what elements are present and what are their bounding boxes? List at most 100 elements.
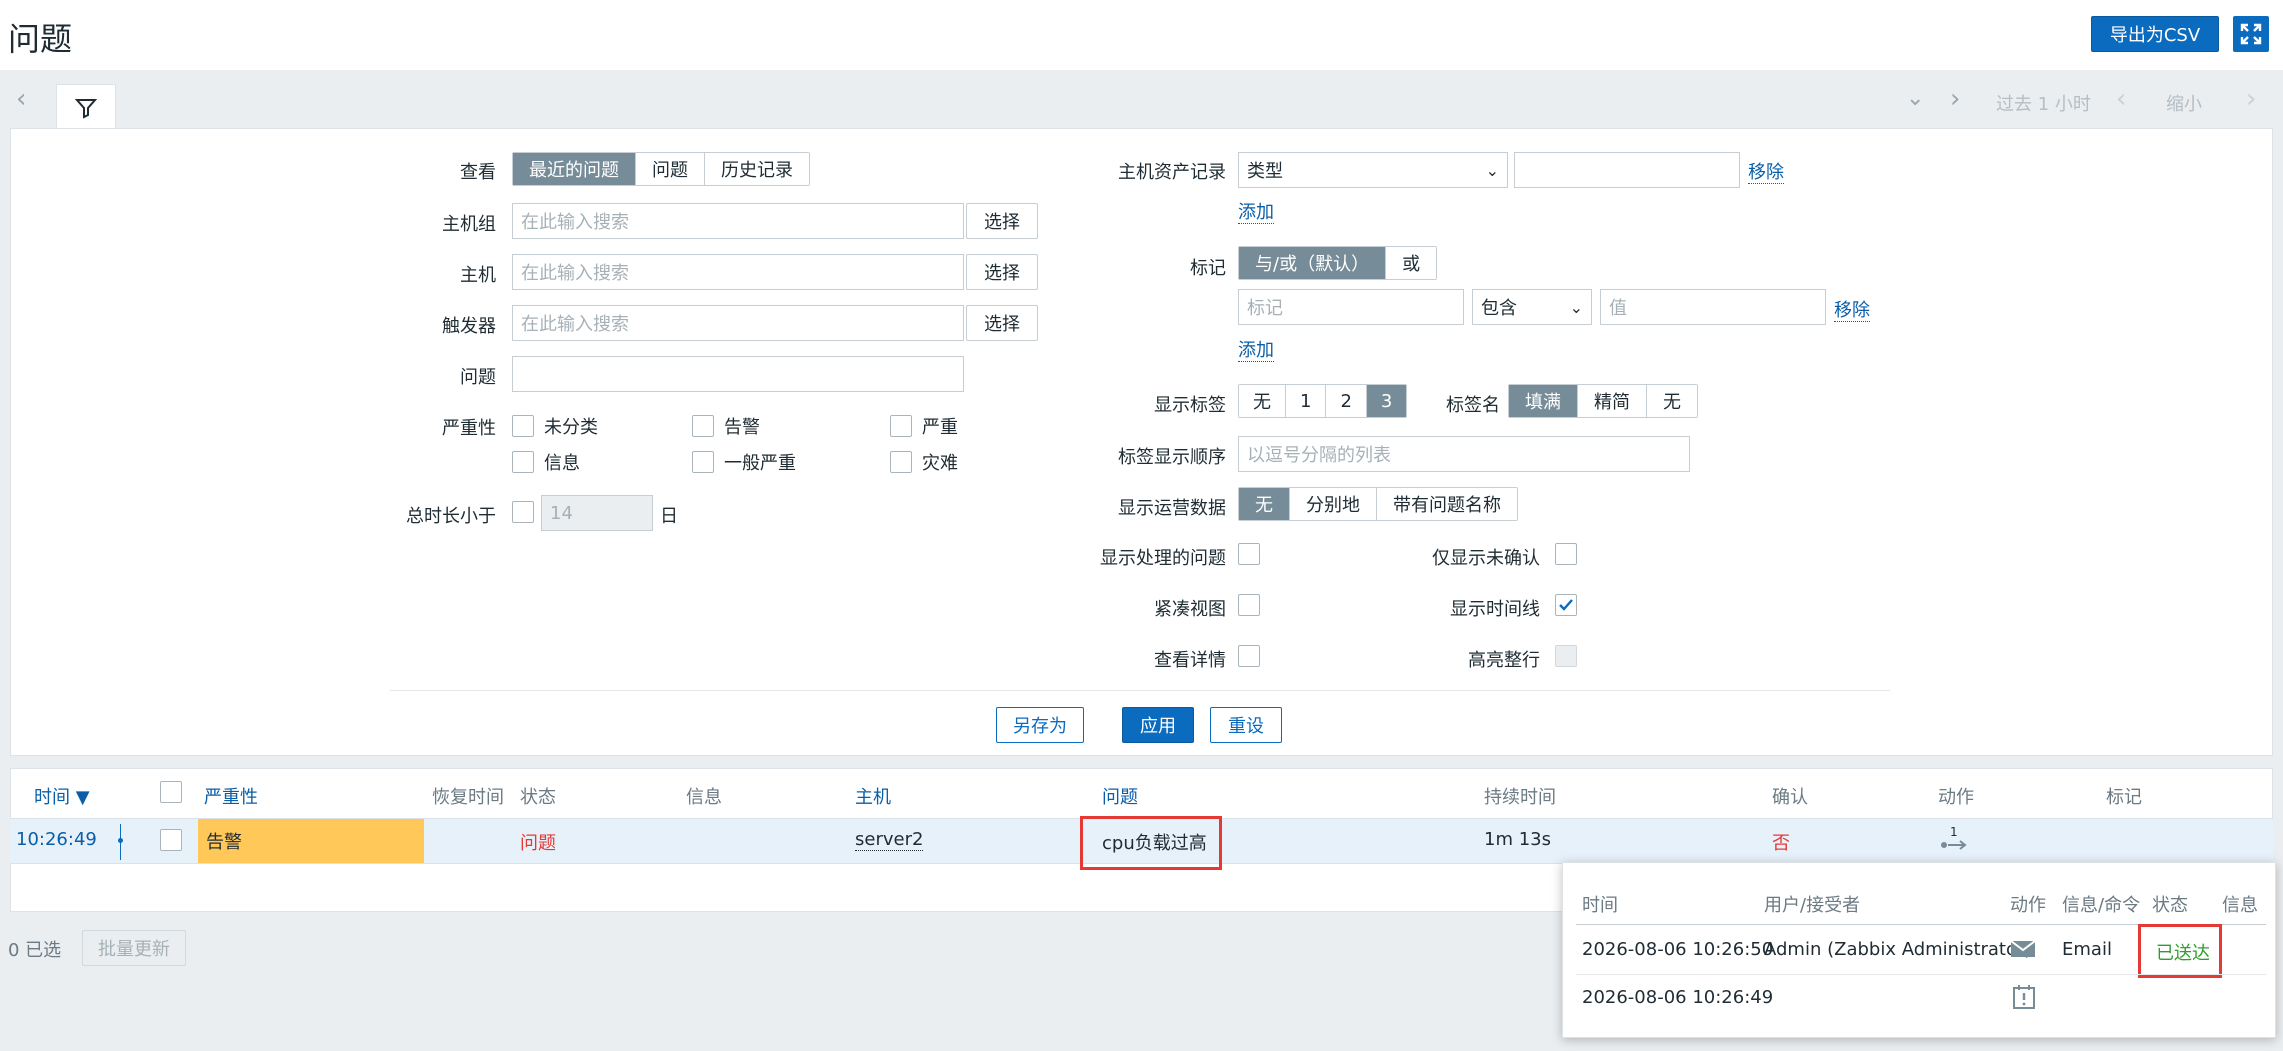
severity-disaster[interactable]: 灾难 (890, 449, 958, 475)
col-info: 信息 (686, 787, 722, 808)
tags-operator-or[interactable]: 或 (1386, 247, 1437, 279)
view-option-recent[interactable]: 最近的问题 (513, 153, 636, 185)
next-tab-arrow-icon[interactable]: › (1950, 84, 1960, 114)
mass-update-button[interactable]: 批量更新 (82, 930, 186, 966)
inventory-value-input[interactable] (1514, 152, 1740, 188)
select-all-checkbox[interactable] (160, 781, 182, 803)
details-label: 查看详情 (1154, 650, 1226, 671)
filter-divider (390, 690, 1890, 691)
severity-warning[interactable]: 告警 (692, 413, 760, 439)
tag-operator-select[interactable]: 包含 ⌄ (1472, 289, 1592, 325)
filter-icon (75, 98, 97, 119)
opdata-separately[interactable]: 分别地 (1290, 488, 1377, 520)
col-severity[interactable]: 严重性 (204, 783, 258, 809)
tag-name-input[interactable]: 标记 (1238, 289, 1464, 325)
details-checkbox[interactable] (1238, 645, 1260, 667)
show-suppressed-checkbox[interactable] (1238, 543, 1260, 565)
show-tags-3[interactable]: 3 (1366, 385, 1407, 417)
tag-priority-label: 标签显示顺序 (1118, 447, 1226, 468)
row-host-link[interactable]: server2 (855, 829, 924, 851)
tag-name-full[interactable]: 填满 (1509, 385, 1578, 417)
popup-col-user: 用户/接受者 (1764, 895, 1861, 916)
selected-count: 0 已选 (8, 940, 62, 961)
triggers-select-button[interactable]: 选择 (966, 305, 1038, 341)
col-time[interactable]: 时间 ▼ (34, 783, 90, 809)
view-label: 查看 (460, 162, 496, 183)
severity-information[interactable]: 信息 (512, 449, 580, 475)
chevron-down-icon: ⌄ (1569, 297, 1583, 317)
show-tags-label: 显示标签 (1154, 395, 1226, 416)
row-actions-icon[interactable]: 1 (1940, 825, 1970, 856)
prev-tab-arrow-icon[interactable]: ‹ (16, 84, 26, 114)
problem-label: 问题 (460, 367, 496, 388)
apply-button[interactable]: 应用 (1122, 707, 1194, 743)
host-groups-select-button[interactable]: 选择 (966, 203, 1038, 239)
col-host[interactable]: 主机 (855, 783, 891, 809)
show-tags-2[interactable]: 2 (1326, 385, 1367, 417)
checkbox[interactable] (692, 415, 714, 437)
zoom-out-button[interactable]: 缩小 (2166, 90, 2202, 116)
severity-high[interactable]: 严重 (890, 413, 958, 439)
view-option-problems[interactable]: 问题 (636, 153, 705, 185)
row-checkbox[interactable] (160, 829, 182, 851)
checkbox[interactable] (512, 415, 534, 437)
fullscreen-button[interactable] (2233, 16, 2269, 52)
checkbox[interactable] (890, 415, 912, 437)
severity-not-classified[interactable]: 未分类 (512, 413, 598, 439)
tag-remove-link[interactable]: 移除 (1834, 296, 1870, 322)
checkbox[interactable] (512, 451, 534, 473)
timeline-label: 显示时间线 (1450, 599, 1540, 620)
checkbox[interactable] (890, 451, 912, 473)
severity-label: 严重性 (442, 418, 496, 439)
chevron-down-icon[interactable]: ⌄ (1906, 86, 1924, 111)
row-status: 问题 (520, 833, 556, 854)
opdata-segment: 无 分别地 带有问题名称 (1238, 487, 1518, 521)
compact-view-label: 紧凑视图 (1154, 599, 1226, 620)
inventory-remove-link[interactable]: 移除 (1748, 158, 1784, 184)
actions-count: 1 (1950, 825, 1958, 839)
problem-input[interactable] (512, 356, 964, 392)
checkbox[interactable] (692, 451, 714, 473)
opdata-with-name[interactable]: 带有问题名称 (1377, 488, 1517, 520)
show-suppressed-label: 显示处理的问题 (1100, 548, 1226, 569)
age-days-input[interactable]: 14 (541, 495, 653, 531)
tag-add-link[interactable]: 添加 (1238, 336, 1274, 362)
highlight-row-checkbox[interactable] (1555, 645, 1577, 667)
time-range-label[interactable]: 过去 1 小时 (1996, 90, 2091, 116)
row-problem[interactable]: cpu负载过高 (1102, 829, 1207, 855)
tag-value-input[interactable]: 值 (1600, 289, 1826, 325)
view-option-history[interactable]: 历史记录 (705, 153, 809, 185)
page-title: 问题 (8, 20, 73, 58)
triggers-input[interactable]: 在此输入搜索 (512, 305, 964, 341)
show-tags-1[interactable]: 1 (1286, 385, 1327, 417)
reset-button[interactable]: 重设 (1210, 707, 1282, 743)
col-problem[interactable]: 问题 (1102, 783, 1138, 809)
filter-tab[interactable] (56, 84, 116, 130)
time-prev-icon[interactable]: ‹ (2116, 84, 2126, 114)
show-tags-none[interactable]: 无 (1239, 385, 1286, 417)
tag-priority-input[interactable]: 以逗号分隔的列表 (1238, 436, 1690, 472)
compact-view-checkbox[interactable] (1238, 594, 1260, 616)
host-groups-input[interactable]: 在此输入搜索 (512, 203, 964, 239)
opdata-none[interactable]: 无 (1239, 488, 1290, 520)
tag-name-none[interactable]: 无 (1647, 385, 1697, 417)
tags-operator-and-or[interactable]: 与/或（默认） (1239, 247, 1387, 279)
hosts-input[interactable]: 在此输入搜索 (512, 254, 964, 290)
export-csv-button[interactable]: 导出为CSV (2091, 16, 2219, 52)
save-as-button[interactable]: 另存为 (996, 707, 1084, 743)
tag-name-short[interactable]: 精简 (1578, 385, 1647, 417)
age-checkbox[interactable] (512, 501, 534, 523)
show-tags-segment: 无 1 2 3 (1238, 384, 1408, 418)
row-severity: 告警 (198, 819, 424, 863)
timeline-checkbox[interactable] (1555, 594, 1577, 616)
inventory-add-link[interactable]: 添加 (1238, 198, 1274, 224)
inventory-type-select[interactable]: 类型 ⌄ (1238, 152, 1508, 188)
row-ack-link[interactable]: 否 (1772, 829, 1790, 855)
severity-average[interactable]: 一般严重 (692, 449, 796, 475)
fullscreen-icon (2240, 23, 2262, 45)
hosts-select-button[interactable]: 选择 (966, 254, 1038, 290)
row-time-link[interactable]: 10:26:49 (16, 829, 97, 850)
popup-row1-time: 2026-08-06 10:26:50 (1582, 939, 1774, 960)
time-next-icon[interactable]: › (2246, 84, 2256, 114)
unack-only-checkbox[interactable] (1555, 543, 1577, 565)
